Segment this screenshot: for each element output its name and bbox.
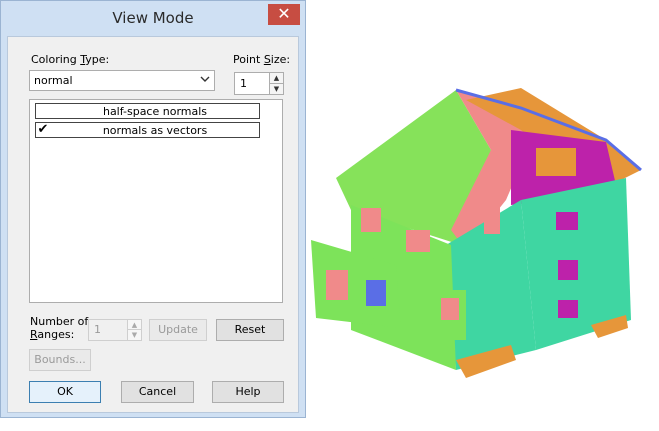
list-item-half-space-normals[interactable]: half-space normals bbox=[35, 103, 260, 119]
house-point-cloud-image bbox=[311, 88, 642, 378]
title-bar[interactable]: View Mode ✕ bbox=[1, 1, 305, 36]
bounds-button[interactable]: Bounds... bbox=[29, 349, 91, 371]
list-item-label: normals as vectors bbox=[102, 124, 208, 137]
update-button[interactable]: Update bbox=[149, 319, 207, 341]
spin-up-icon[interactable]: ▲ bbox=[128, 320, 141, 330]
ranges-stepper[interactable]: 1 ▲ ▼ bbox=[88, 319, 142, 341]
point-size-value: 1 bbox=[240, 77, 247, 90]
reset-button[interactable]: Reset bbox=[216, 319, 284, 341]
checkmark-icon[interactable]: ✔ bbox=[36, 123, 50, 137]
ranges-spinner[interactable]: ▲ ▼ bbox=[127, 320, 141, 340]
point-size-stepper[interactable]: 1 ▲ ▼ bbox=[234, 72, 284, 95]
spin-down-icon[interactable]: ▼ bbox=[270, 84, 283, 95]
chevron-down-icon bbox=[200, 73, 210, 88]
ranges-value: 1 bbox=[94, 323, 101, 336]
point-cloud-view[interactable] bbox=[306, 60, 656, 384]
close-icon: ✕ bbox=[277, 5, 291, 23]
point-size-label: Point Size: bbox=[233, 53, 291, 66]
ok-button[interactable]: OK bbox=[29, 381, 101, 403]
ranges-label-line2: Ranges: bbox=[30, 328, 75, 341]
coloring-type-select[interactable]: normal bbox=[29, 70, 215, 91]
ranges-label-line1: Number of bbox=[30, 315, 89, 328]
list-item-normals-as-vectors[interactable]: ✔ normals as vectors bbox=[35, 122, 260, 138]
cancel-button[interactable]: Cancel bbox=[121, 381, 194, 403]
spin-up-icon[interactable]: ▲ bbox=[270, 73, 283, 84]
view-mode-dialog: View Mode ✕ Coloring Type: normal Point … bbox=[0, 0, 306, 418]
dialog-client-area: Coloring Type: normal Point Size: 1 ▲ ▼ … bbox=[7, 36, 299, 413]
coloring-type-label: Coloring Type: bbox=[31, 53, 110, 66]
help-button[interactable]: Help bbox=[212, 381, 284, 403]
coloring-type-value: normal bbox=[34, 74, 73, 87]
point-size-spinner[interactable]: ▲ ▼ bbox=[269, 73, 283, 94]
dialog-title: View Mode bbox=[112, 9, 194, 27]
checkbox-half-space-normals[interactable] bbox=[36, 104, 50, 118]
list-item-label: half-space normals bbox=[102, 105, 208, 118]
close-button[interactable]: ✕ bbox=[268, 4, 300, 25]
spin-down-icon[interactable]: ▼ bbox=[128, 330, 141, 340]
normals-list[interactable]: half-space normals ✔ normals as vectors bbox=[29, 99, 283, 303]
